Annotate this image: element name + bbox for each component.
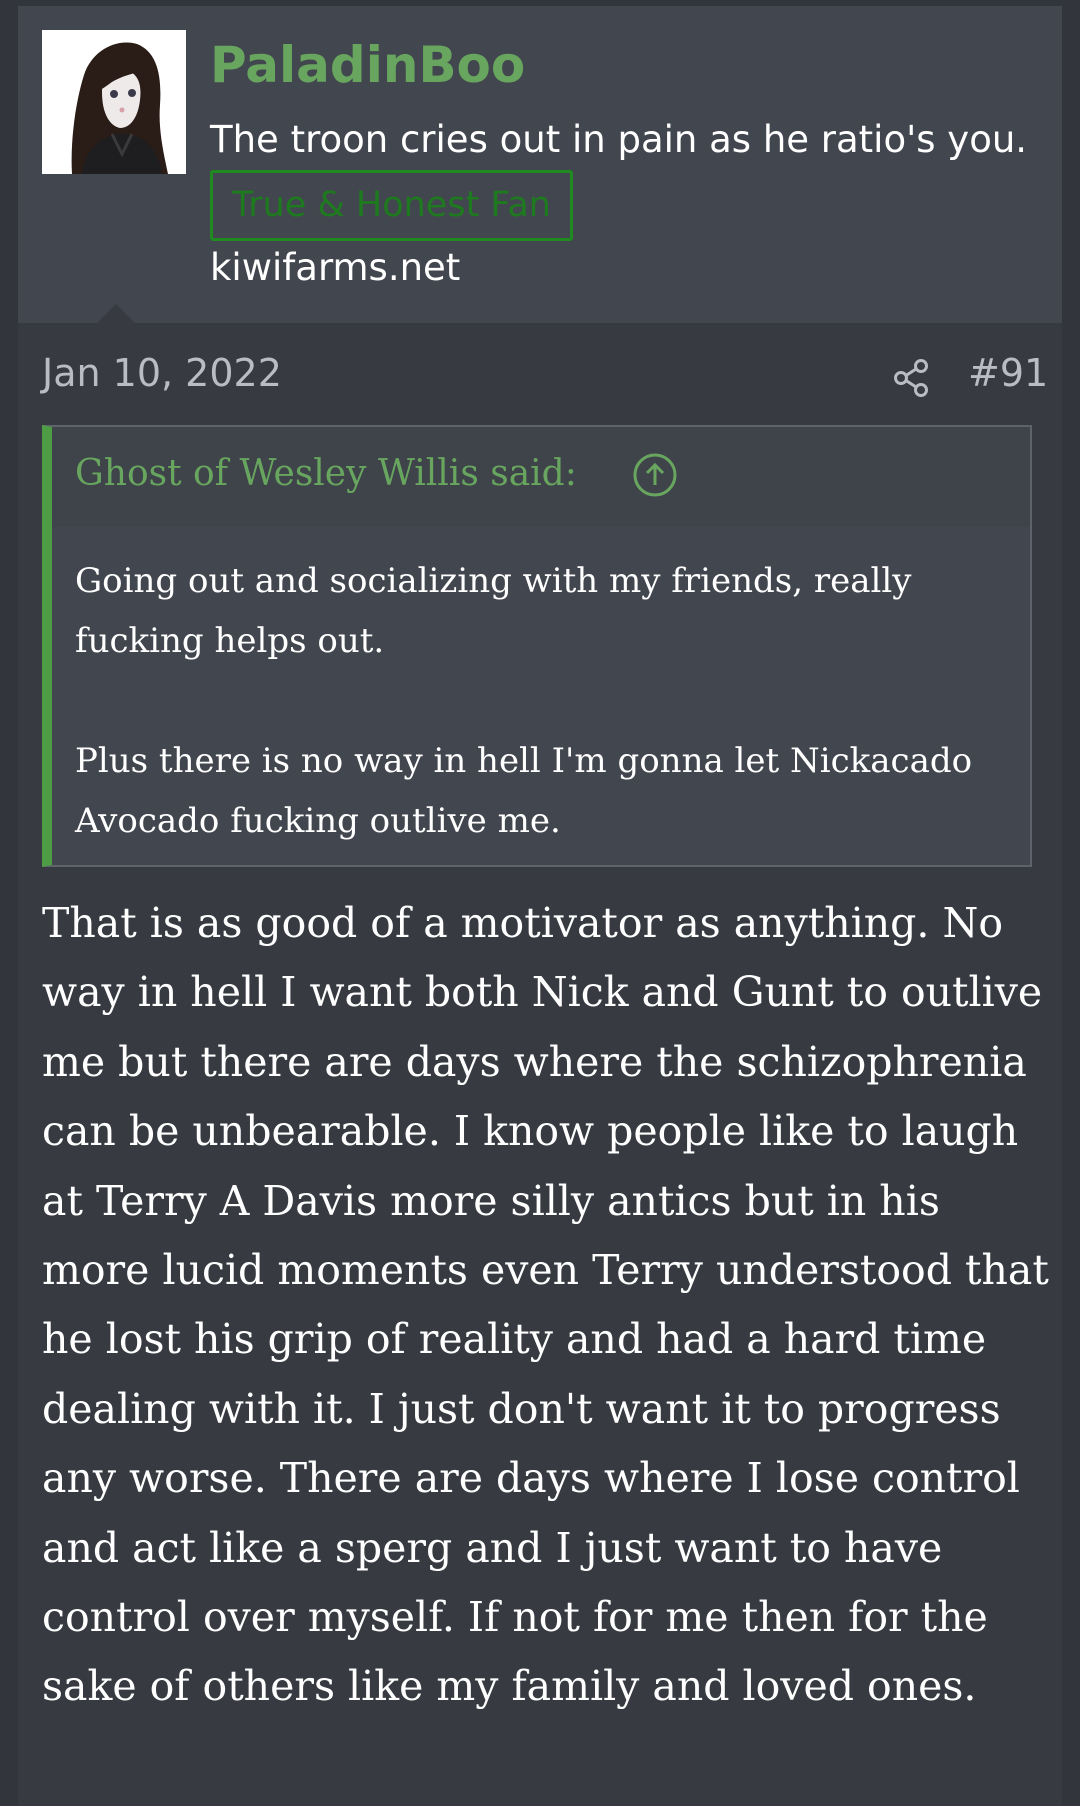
user-info-block: PaladinBoo The troon cries out in pain a…	[18, 6, 1062, 324]
post-container: PaladinBoo The troon cries out in pain a…	[18, 6, 1062, 1806]
user-site: kiwifarms.net	[210, 246, 461, 289]
quote-header: Ghost of Wesley Willis said:	[52, 427, 1030, 527]
arrow-up-circle-icon[interactable]	[632, 452, 678, 498]
share-icon[interactable]	[890, 356, 934, 400]
user-block-pointer	[96, 304, 136, 324]
quote-content: Going out and socializing with my friend…	[75, 551, 1005, 851]
quote-author-link[interactable]: Ghost of Wesley Willis said:	[75, 453, 577, 494]
user-badge: True & Honest Fan	[210, 170, 573, 241]
quote-paragraph: Going out and socializing with my friend…	[75, 561, 912, 661]
post-body-text: That is as good of a motivator as anythi…	[42, 899, 1049, 1711]
quote-paragraph: Plus there is no way in hell I'm gonna l…	[75, 741, 973, 841]
user-avatar[interactable]	[42, 30, 186, 174]
post-number-link[interactable]: #91	[968, 351, 1048, 395]
user-title: The troon cries out in pain as he ratio'…	[210, 118, 1028, 161]
avatar-illustration-icon	[42, 30, 186, 174]
post-date-link[interactable]: Jan 10, 2022	[42, 351, 282, 395]
username-link[interactable]: PaladinBoo	[210, 36, 525, 94]
quote-block: Ghost of Wesley Willis said: Going out a…	[42, 425, 1032, 867]
